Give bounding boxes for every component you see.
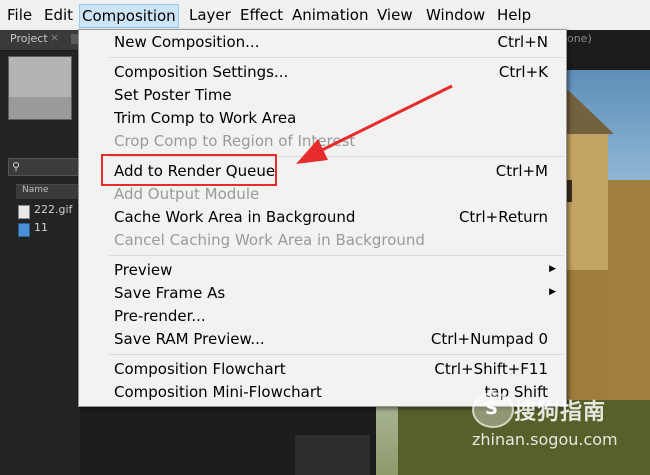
watermark-url: zhinan.sogou.com [472,430,618,449]
logo-glyph: S [485,398,498,419]
watermark-title: 搜狗指南 [514,400,607,425]
sogou-logo-icon: S [472,392,514,428]
watermark: S 搜狗指南 zhinan.sogou.com [472,392,642,454]
